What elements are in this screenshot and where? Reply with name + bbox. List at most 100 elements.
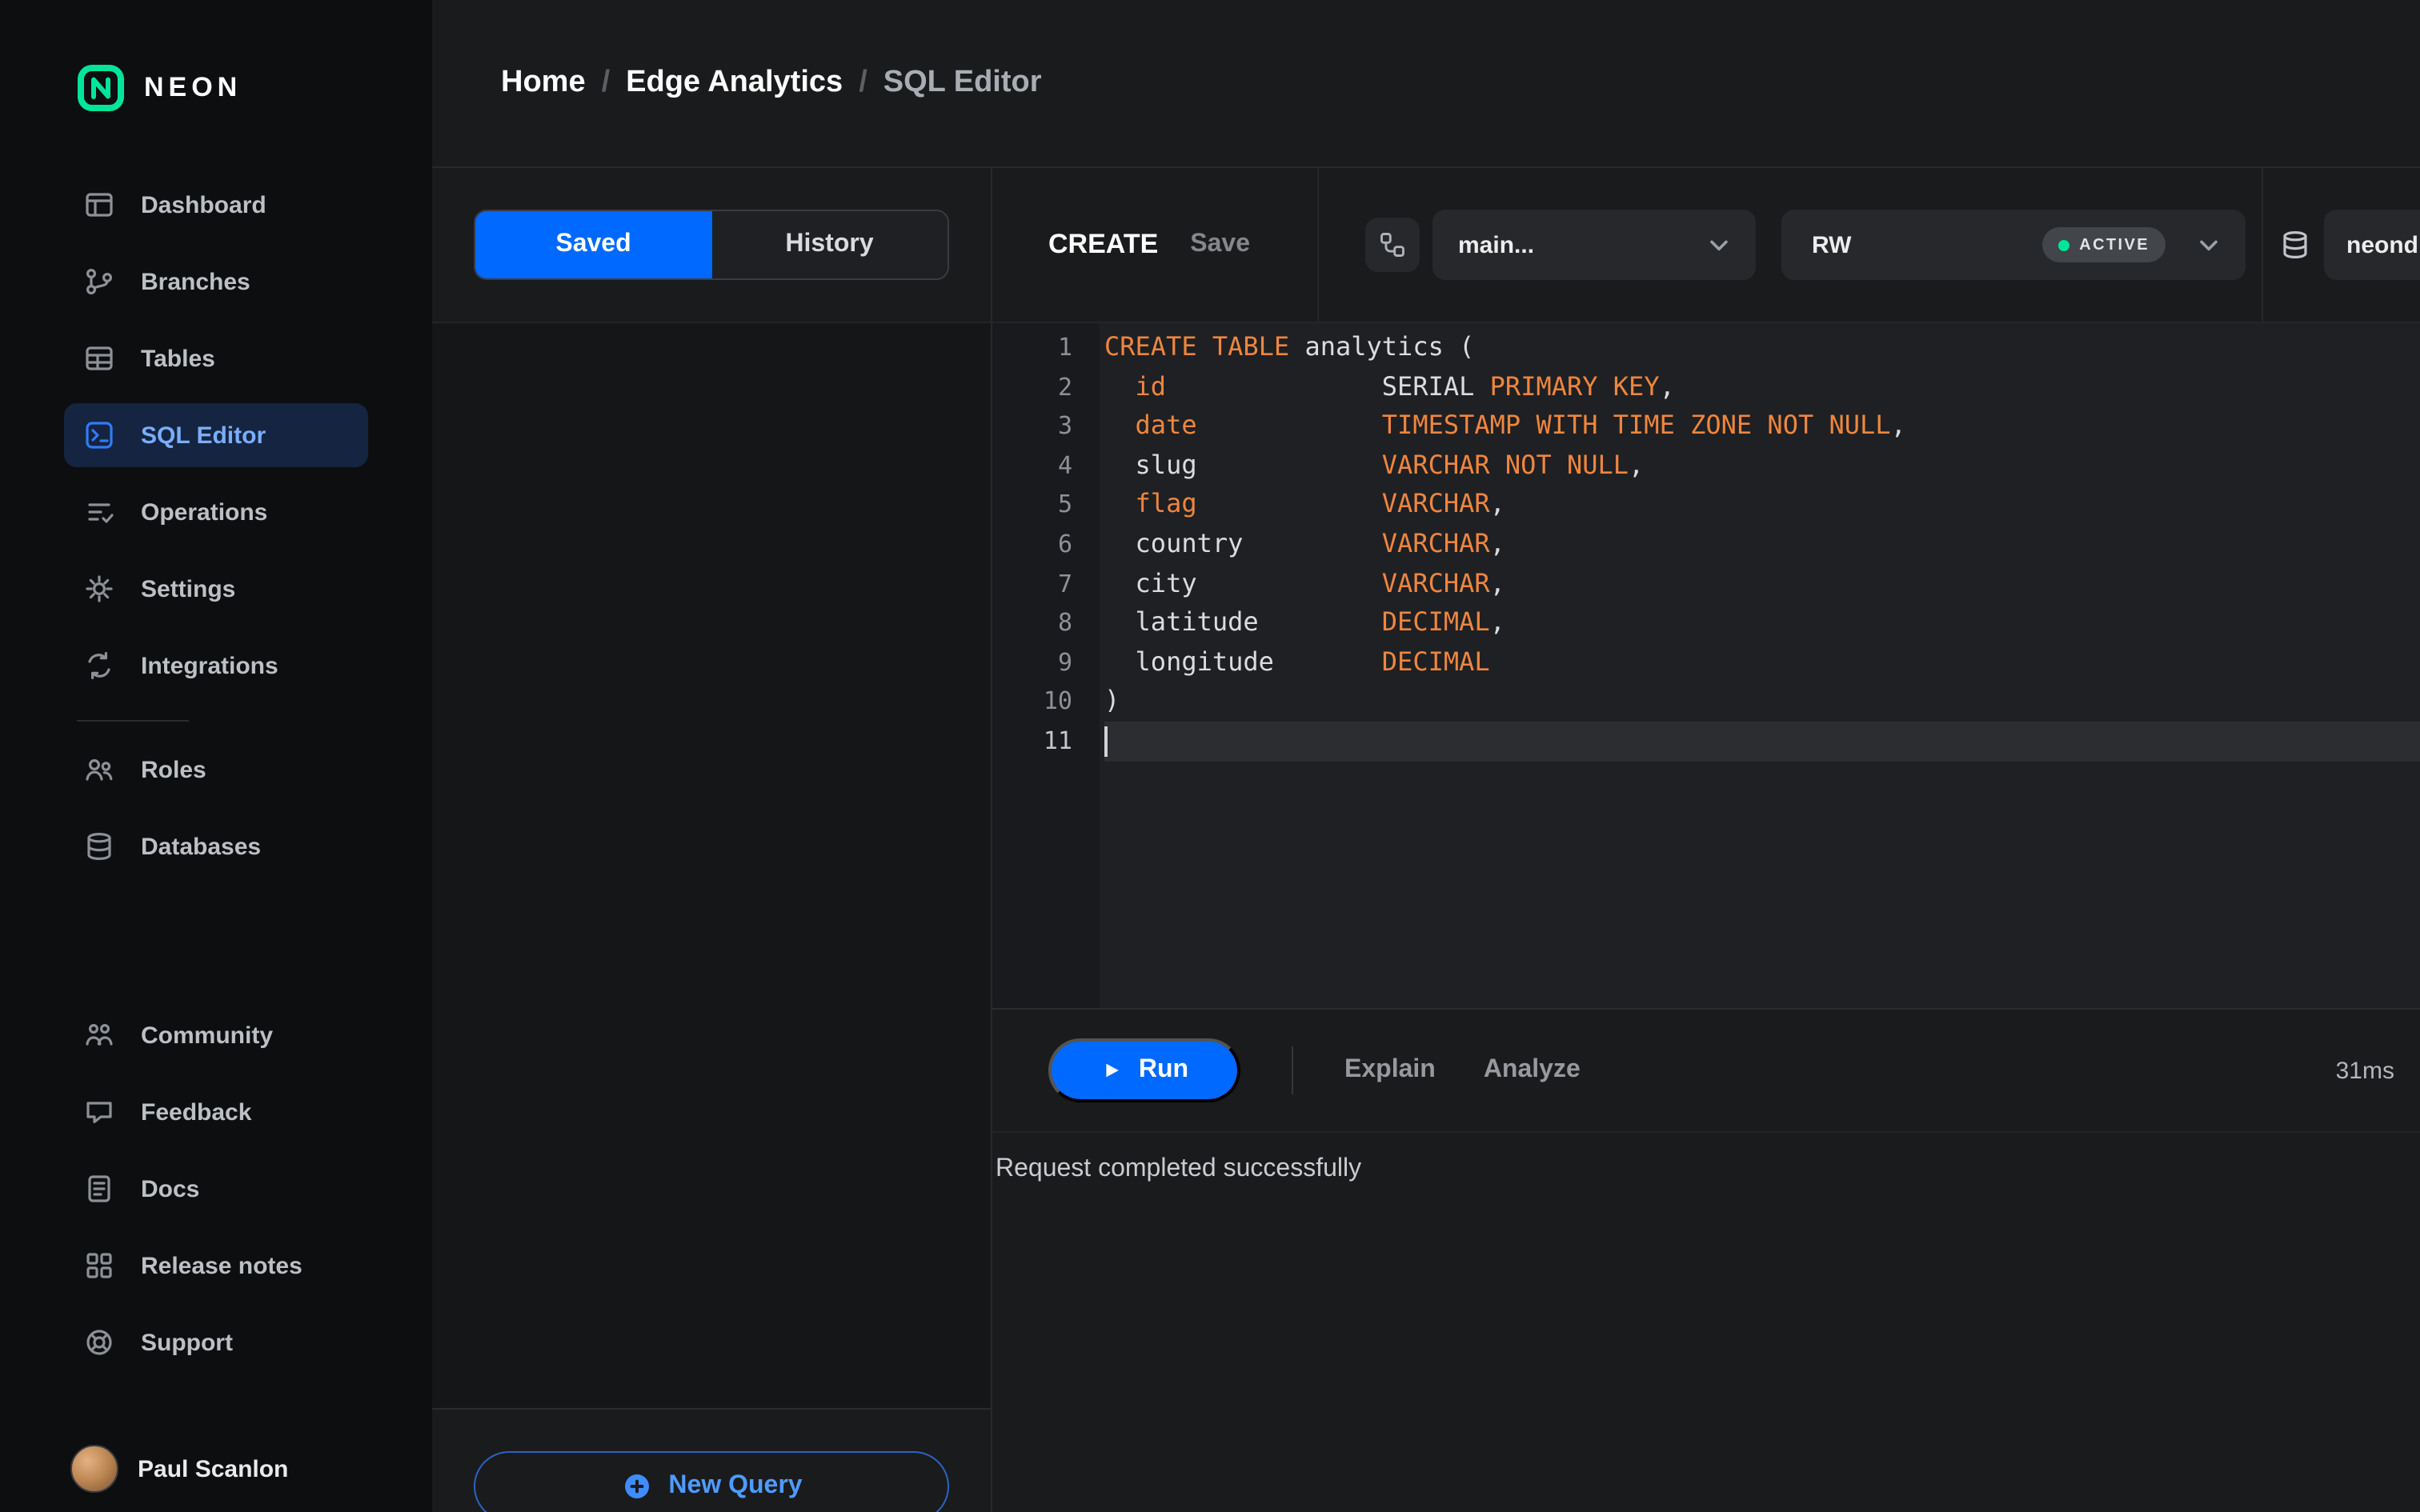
feedback-icon bbox=[83, 1096, 115, 1128]
code-line[interactable]: ) bbox=[1104, 682, 2420, 722]
docs-icon bbox=[83, 1173, 115, 1205]
breadcrumb: Home / Edge Analytics / SQL Editor bbox=[432, 0, 2420, 168]
sidebar-item-databases[interactable]: Databases bbox=[64, 814, 368, 878]
editor-header: CREATE Save main... RW ACTIVE neond bbox=[992, 168, 2420, 323]
sidebar-item-support[interactable]: Support bbox=[64, 1310, 368, 1374]
code-line[interactable]: date TIMESTAMP WITH TIME ZONE NOT NULL, bbox=[1104, 406, 2420, 446]
breadcrumb-project[interactable]: Edge Analytics bbox=[626, 66, 843, 101]
code-line[interactable]: city VARCHAR, bbox=[1104, 564, 2420, 603]
sidebar-item-label: Integrations bbox=[141, 652, 278, 679]
user-menu[interactable]: Paul Scanlon bbox=[0, 1445, 432, 1493]
database-select[interactable]: neondb bbox=[2324, 210, 2420, 280]
results-area: Request completed successfully bbox=[992, 1133, 2420, 1512]
line-number: 11 bbox=[1043, 726, 1072, 755]
schema-diagram-button[interactable] bbox=[1365, 218, 1420, 272]
sidebar-item-release-notes[interactable]: Release notes bbox=[64, 1234, 368, 1298]
new-query-button[interactable]: New Query bbox=[474, 1451, 949, 1512]
release-notes-icon bbox=[83, 1250, 115, 1282]
dashboard-icon bbox=[83, 189, 115, 221]
code-line[interactable]: slug VARCHAR NOT NULL, bbox=[1104, 446, 2420, 486]
query-duration: 31ms bbox=[2335, 1057, 2394, 1084]
sidebar-item-roles[interactable]: Roles bbox=[64, 738, 368, 802]
sidebar-item-settings[interactable]: Settings bbox=[64, 557, 368, 621]
code-line[interactable]: country VARCHAR, bbox=[1104, 525, 2420, 564]
sidebar-item-label: Dashboard bbox=[141, 191, 266, 218]
sidebar: NEON Dashboard Branches Tables SQL Edito… bbox=[0, 0, 432, 1512]
line-number: 1 bbox=[1057, 333, 1072, 362]
tab-history[interactable]: History bbox=[711, 211, 948, 278]
sidebar-item-label: Settings bbox=[141, 575, 236, 602]
brand-logo-row[interactable]: NEON bbox=[0, 61, 432, 115]
branch-select-value: main... bbox=[1458, 231, 1535, 258]
code-line[interactable]: flag VARCHAR, bbox=[1104, 486, 2420, 525]
sidebar-item-label: Release notes bbox=[141, 1252, 302, 1279]
queries-panel-header: Saved History bbox=[432, 168, 991, 323]
database-select-value: neondb bbox=[2346, 231, 2420, 258]
breadcrumb-home[interactable]: Home bbox=[501, 66, 586, 101]
run-bar-divider bbox=[1292, 1046, 1293, 1094]
code-editor: 1 2 3 4 5 6 7 8 9 10 11 CREATE TABLE analytics ( i… bbox=[992, 323, 2420, 1008]
app-window: NEON Dashboard Branches Tables SQL Edito… bbox=[0, 0, 2420, 1512]
operations-icon bbox=[83, 496, 115, 528]
play-icon bbox=[1100, 1059, 1123, 1082]
header-divider bbox=[2262, 168, 2263, 322]
sidebar-item-integrations[interactable]: Integrations bbox=[64, 634, 368, 698]
line-number: 8 bbox=[1057, 608, 1072, 638]
code-content[interactable]: CREATE TABLE analytics ( id SERIAL PRIMA… bbox=[1100, 323, 2420, 1008]
branch-select[interactable]: main... bbox=[1432, 210, 1756, 280]
line-number: 4 bbox=[1057, 450, 1072, 480]
sidebar-item-label: Databases bbox=[141, 833, 262, 860]
sidebar-item-tables[interactable]: Tables bbox=[64, 326, 368, 390]
integrations-icon bbox=[83, 650, 115, 682]
chevron-down-icon bbox=[2194, 230, 2223, 259]
code-line[interactable]: id SERIAL PRIMARY KEY, bbox=[1104, 367, 2420, 406]
explain-button[interactable]: Explain bbox=[1344, 1056, 1436, 1085]
sidebar-nav-footer: Community Feedback Docs Release notes Su… bbox=[0, 1003, 432, 1387]
code-line[interactable]: latitude DECIMAL, bbox=[1104, 603, 2420, 642]
sidebar-item-docs[interactable]: Docs bbox=[64, 1157, 368, 1221]
queries-panel: Saved History New Query bbox=[432, 168, 992, 1512]
query-tab-create[interactable]: CREATE bbox=[1048, 229, 1158, 261]
chevron-down-icon bbox=[1705, 230, 1733, 259]
sidebar-item-community[interactable]: Community bbox=[64, 1003, 368, 1067]
sidebar-item-dashboard[interactable]: Dashboard bbox=[64, 173, 368, 237]
sidebar-item-label: Support bbox=[141, 1329, 233, 1356]
support-lifebuoy-icon bbox=[83, 1326, 115, 1358]
branches-icon bbox=[83, 266, 115, 298]
code-line[interactable]: longitude DECIMAL bbox=[1104, 643, 2420, 682]
user-name: Paul Scanlon bbox=[138, 1455, 289, 1482]
sidebar-item-sql-editor[interactable]: SQL Editor bbox=[64, 403, 368, 467]
database-cylinder-icon bbox=[2279, 229, 2311, 261]
neon-logo-icon bbox=[77, 64, 125, 112]
line-number: 10 bbox=[1043, 686, 1072, 716]
branch-schema-icon bbox=[1378, 230, 1407, 259]
editor-header-left: CREATE Save bbox=[992, 168, 1317, 322]
sql-editor-panel: CREATE Save main... RW ACTIVE neond 1 2 … bbox=[992, 168, 2420, 1512]
sql-editor-icon bbox=[83, 419, 115, 451]
sidebar-item-feedback[interactable]: Feedback bbox=[64, 1080, 368, 1144]
saved-queries-list[interactable] bbox=[432, 323, 991, 1410]
queries-panel-footer: New Query bbox=[432, 1410, 991, 1512]
community-icon bbox=[83, 1019, 115, 1051]
sidebar-item-label: Operations bbox=[141, 498, 268, 526]
sidebar-divider bbox=[77, 720, 189, 722]
line-number: 6 bbox=[1057, 529, 1072, 558]
analyze-button[interactable]: Analyze bbox=[1484, 1056, 1581, 1085]
breadcrumb-current-page: SQL Editor bbox=[883, 66, 1042, 99]
sidebar-item-operations[interactable]: Operations bbox=[64, 480, 368, 544]
status-dot-icon bbox=[2058, 239, 2070, 250]
compute-select[interactable]: RW ACTIVE bbox=[1781, 210, 2246, 280]
code-line[interactable]: CREATE TABLE analytics ( bbox=[1104, 328, 2420, 367]
sidebar-item-branches[interactable]: Branches bbox=[64, 250, 368, 314]
breadcrumb-separator: / bbox=[859, 66, 867, 99]
avatar bbox=[70, 1445, 118, 1493]
code-line[interactable] bbox=[1104, 721, 2420, 762]
tab-saved[interactable]: Saved bbox=[475, 211, 711, 278]
run-button[interactable]: Run bbox=[1048, 1038, 1240, 1102]
save-button[interactable]: Save bbox=[1190, 230, 1250, 259]
sidebar-item-label: Tables bbox=[141, 345, 215, 372]
sidebar-item-label: Docs bbox=[141, 1175, 200, 1202]
compute-select-value: RW bbox=[1812, 231, 1852, 258]
run-label: Run bbox=[1138, 1056, 1189, 1083]
compute-status-label: ACTIVE bbox=[2079, 236, 2150, 254]
